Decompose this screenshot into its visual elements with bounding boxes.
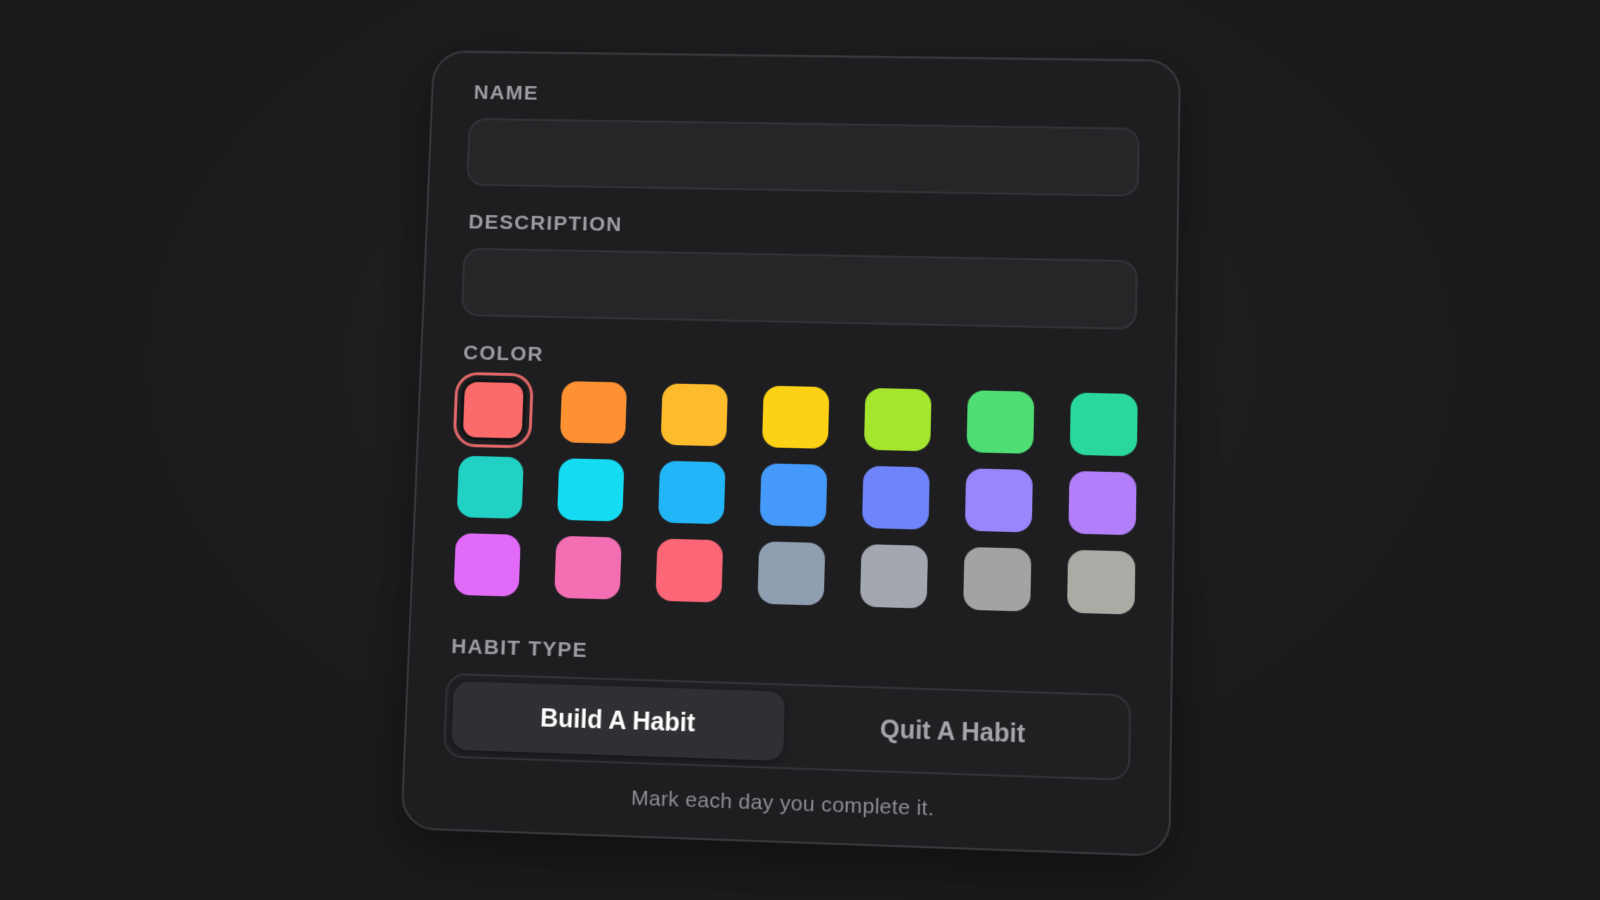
- color-swatch-3[interactable]: [660, 383, 728, 447]
- color-swatch-grid: [452, 371, 1138, 615]
- color-swatch-9[interactable]: [557, 458, 625, 522]
- color-swatch-16[interactable]: [554, 535, 622, 600]
- habit-type-toggle: Build A Habit Quit A Habit: [442, 672, 1132, 781]
- color-swatch-2[interactable]: [559, 381, 628, 444]
- color-swatch-20[interactable]: [963, 546, 1032, 612]
- new-habit-form-card: NAME DESCRIPTION COLOR HABIT TYPE Build …: [400, 50, 1181, 858]
- color-swatch-11[interactable]: [759, 463, 828, 528]
- description-input[interactable]: [460, 247, 1138, 330]
- color-swatch-12[interactable]: [861, 465, 930, 530]
- habit-type-hint: Mark each day you complete it.: [630, 786, 935, 821]
- color-swatch-4[interactable]: [761, 385, 830, 449]
- build-habit-option[interactable]: Build A Habit: [451, 681, 786, 761]
- color-swatch-18[interactable]: [757, 541, 826, 606]
- color-swatch-17[interactable]: [655, 538, 724, 603]
- color-swatch-7[interactable]: [1069, 392, 1138, 457]
- name-label: NAME: [473, 81, 540, 105]
- color-swatch-15[interactable]: [453, 533, 521, 597]
- color-swatch-1[interactable]: [452, 371, 534, 449]
- color-swatch-5[interactable]: [863, 387, 932, 452]
- description-label: DESCRIPTION: [468, 210, 623, 236]
- color-swatch-10[interactable]: [658, 460, 726, 525]
- color-label: COLOR: [462, 341, 545, 366]
- quit-habit-option[interactable]: Quit A Habit: [783, 692, 1123, 773]
- app-background: NAME DESCRIPTION COLOR HABIT TYPE Build …: [0, 0, 1600, 900]
- color-swatch-8[interactable]: [456, 455, 524, 519]
- color-swatch-19[interactable]: [859, 544, 929, 609]
- color-swatch-21[interactable]: [1066, 549, 1136, 615]
- habit-type-label: HABIT TYPE: [450, 634, 589, 663]
- color-swatch-6[interactable]: [966, 390, 1035, 454]
- color-swatch-14[interactable]: [1068, 470, 1137, 536]
- color-swatch-13[interactable]: [964, 468, 1033, 533]
- name-input[interactable]: [466, 117, 1140, 197]
